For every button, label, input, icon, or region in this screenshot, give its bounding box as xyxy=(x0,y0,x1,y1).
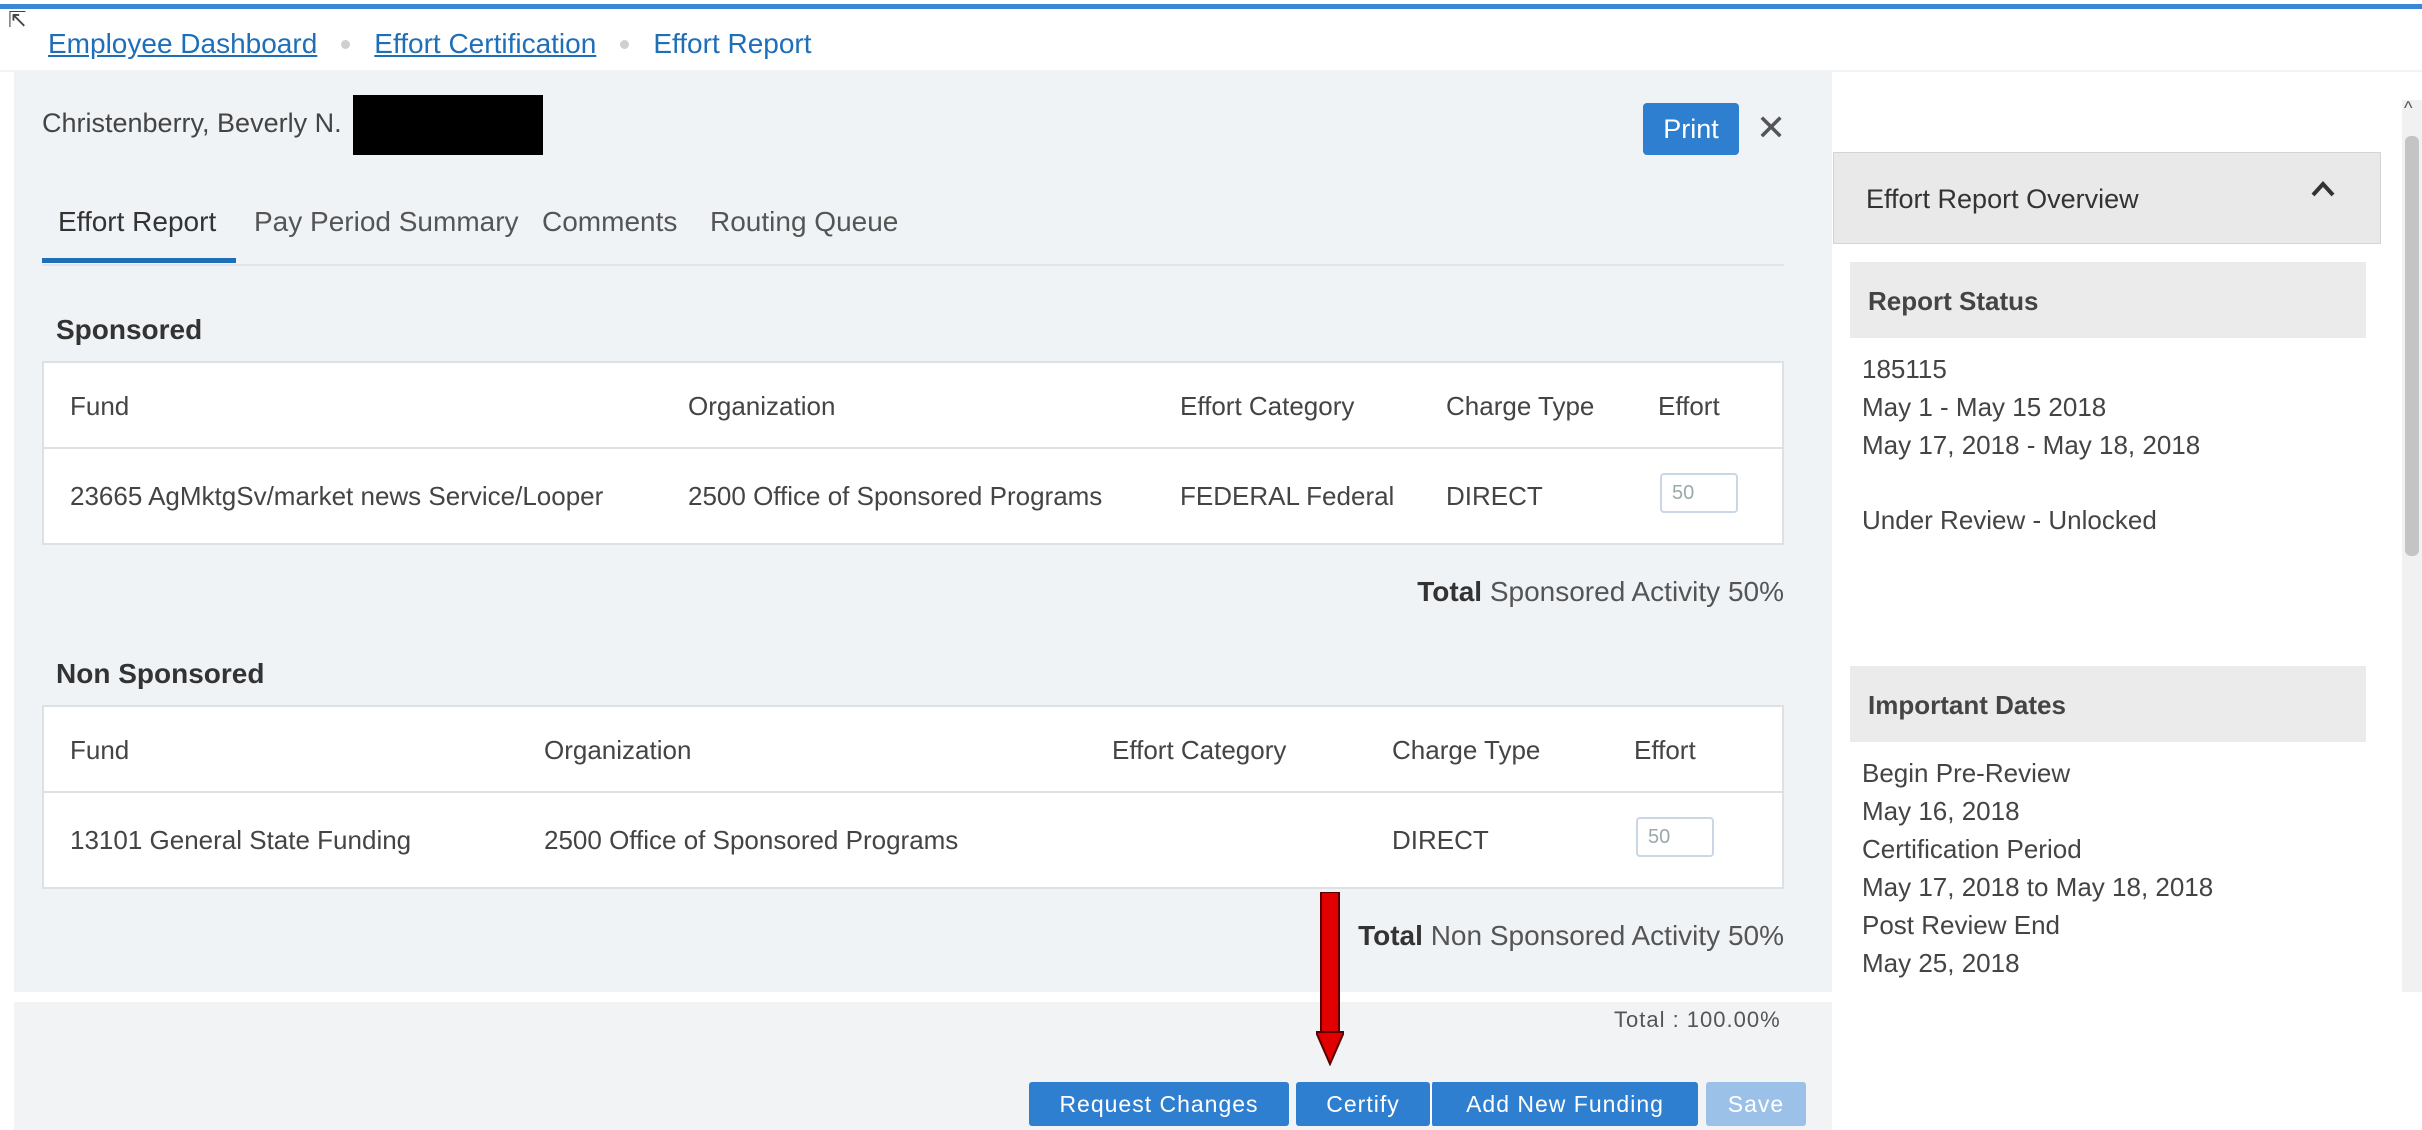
breadcrumb-effort-certification[interactable]: Effort Certification xyxy=(374,28,596,60)
column-header-fund: Fund xyxy=(70,391,130,421)
tab-routing-queue[interactable]: Routing Queue xyxy=(710,206,898,238)
report-status-value: Under Review - Unlocked xyxy=(1862,505,2157,535)
request-changes-button[interactable]: Request Changes xyxy=(1029,1082,1289,1126)
report-date-range: May 17, 2018 - May 18, 2018 xyxy=(1862,430,2201,460)
charge-type-cell: DIRECT xyxy=(1392,825,1489,855)
organization-cell: 2500 Office of Sponsored Programs xyxy=(544,825,959,855)
save-button[interactable]: Save xyxy=(1706,1082,1806,1126)
tab-effort-report[interactable]: Effort Report xyxy=(58,206,216,238)
report-status-header: Report Status xyxy=(1850,262,2366,338)
breadcrumb-current: Effort Report xyxy=(653,28,812,59)
sponsored-total-value: Sponsored Activity 50% xyxy=(1489,576,1784,607)
red-arrow-annotation xyxy=(1316,892,1344,1066)
mouse-cursor-icon: ⇱ xyxy=(8,8,27,33)
report-id: 185115 xyxy=(1862,354,1947,384)
effort-input[interactable]: 50 xyxy=(1660,473,1738,513)
effort-category-cell: FEDERAL Federal xyxy=(1180,481,1395,511)
effort-input[interactable]: 50 xyxy=(1636,817,1714,857)
non-sponsored-total-value: Non Sponsored Activity 50% xyxy=(1430,920,1784,951)
column-header-effort: Effort xyxy=(1634,735,1696,765)
scrollbar-thumb[interactable] xyxy=(2405,136,2419,556)
charge-type-cell: DIRECT xyxy=(1446,481,1543,511)
table-header: Fund Organization Effort Category Charge… xyxy=(44,363,1782,449)
tab-comments[interactable]: Comments xyxy=(542,206,677,238)
column-header-organization: Organization xyxy=(544,735,692,765)
top-accent-bar xyxy=(0,4,2422,9)
sponsored-table: Fund Organization Effort Category Charge… xyxy=(42,361,1784,545)
date-label: Post Review End xyxy=(1862,910,2060,940)
column-header-effort-category: Effort Category xyxy=(1180,391,1355,421)
total-label: Total xyxy=(1417,576,1483,607)
active-tab-indicator xyxy=(42,258,236,263)
organization-cell: 2500 Office of Sponsored Programs xyxy=(688,481,1103,511)
fund-cell: 23665 AgMktgSv/market news Service/Loope… xyxy=(70,481,604,511)
close-icon[interactable]: ✕ xyxy=(1756,106,1786,150)
important-dates-header: Important Dates xyxy=(1850,666,2366,742)
tab-bar: Effort Report Pay Period Summary Comment… xyxy=(42,196,1784,266)
chevron-up-icon[interactable] xyxy=(2308,174,2338,204)
report-status-title: Report Status xyxy=(1868,286,2039,316)
non-sponsored-section-title: Non Sponsored xyxy=(56,658,265,689)
tab-pay-period-summary[interactable]: Pay Period Summary xyxy=(254,206,519,238)
date-value: May 25, 2018 xyxy=(1862,948,2020,978)
total-label: Total xyxy=(1358,920,1423,951)
non-sponsored-table: Fund Organization Effort Category Charge… xyxy=(42,705,1784,889)
breadcrumb-separator xyxy=(620,39,630,49)
certify-button[interactable]: Certify xyxy=(1296,1082,1430,1126)
scroll-up-icon[interactable]: ^ xyxy=(2404,98,2412,119)
fund-cell: 13101 General State Funding xyxy=(70,825,412,855)
redacted-id xyxy=(353,95,543,155)
grand-total: Total : 100.00% xyxy=(1614,1007,1781,1032)
table-header: Fund Organization Effort Category Charge… xyxy=(44,707,1782,793)
column-header-fund: Fund xyxy=(70,735,130,765)
employee-name: Christenberry, Beverly N. xyxy=(42,108,342,138)
column-header-charge-type: Charge Type xyxy=(1392,735,1541,765)
breadcrumb: Employee Dashboard Effort Certification … xyxy=(48,24,812,64)
sponsored-total: Total Sponsored Activity 50% xyxy=(1417,576,1784,608)
print-button[interactable]: Print xyxy=(1643,103,1739,155)
column-header-organization: Organization xyxy=(688,391,836,421)
non-sponsored-total: Total Non Sponsored Activity 50% xyxy=(1358,920,1784,952)
column-header-charge-type: Charge Type xyxy=(1446,391,1595,421)
sponsored-section-title: Sponsored xyxy=(56,314,203,345)
breadcrumb-employee-dashboard[interactable]: Employee Dashboard xyxy=(48,28,317,60)
overview-title: Effort Report Overview xyxy=(1866,184,2139,214)
column-header-effort: Effort xyxy=(1658,391,1720,421)
add-new-funding-button[interactable]: Add New Funding xyxy=(1430,1082,1698,1126)
date-value: May 17, 2018 to May 18, 2018 xyxy=(1862,872,2214,902)
date-label: Begin Pre-Review xyxy=(1862,758,2071,788)
column-header-effort-category: Effort Category xyxy=(1112,735,1287,765)
breadcrumb-separator xyxy=(341,39,351,49)
date-value: May 16, 2018 xyxy=(1862,796,2020,826)
pay-period: May 1 - May 15 2018 xyxy=(1862,392,2107,422)
important-dates-title: Important Dates xyxy=(1868,690,2066,720)
date-label: Certification Period xyxy=(1862,834,2082,864)
